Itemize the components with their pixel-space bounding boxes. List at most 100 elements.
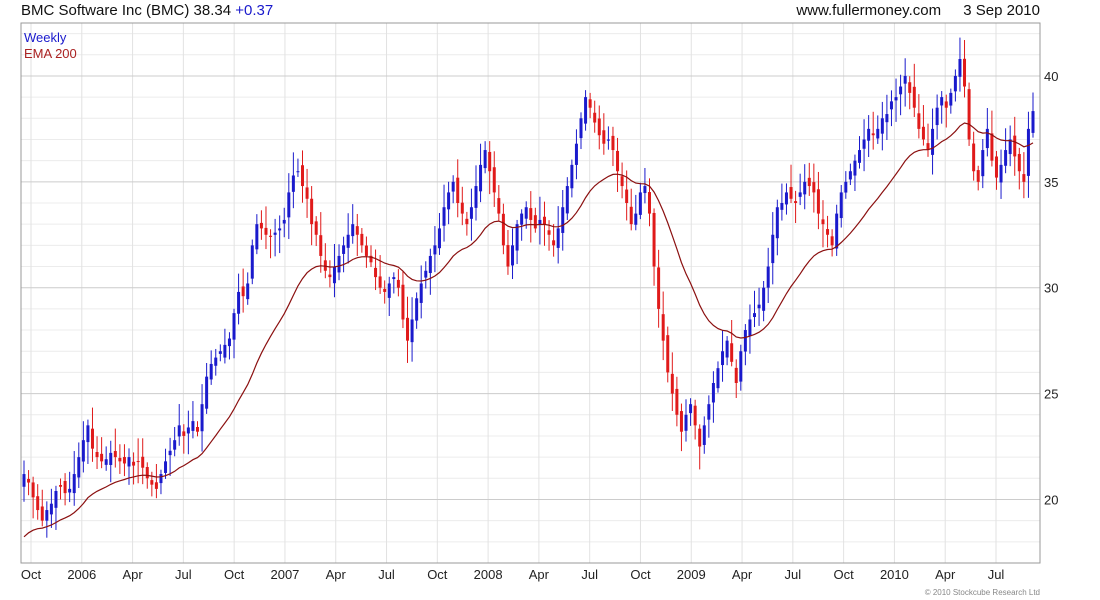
candle-body (255, 224, 259, 250)
candle-body (766, 266, 770, 288)
legend-ema: EMA 200 (24, 46, 77, 61)
candle-body (985, 128, 989, 149)
candle-body (547, 230, 551, 235)
candle-body (22, 474, 26, 487)
candle-body (81, 440, 85, 462)
candle-body (305, 187, 309, 199)
candle-body (36, 496, 40, 511)
candle-body (465, 218, 469, 225)
x-tick-label: Oct (21, 567, 42, 582)
x-tick-label: Apr (529, 567, 550, 582)
candle-body (488, 151, 492, 172)
candle-body (579, 118, 583, 139)
candle-body (533, 215, 537, 229)
candle-body (752, 313, 756, 318)
candle-body (529, 208, 533, 220)
candle-body (1008, 139, 1012, 155)
candle-body (173, 440, 177, 450)
candle-body (1026, 128, 1030, 176)
candle-body (880, 118, 884, 134)
candle-body (931, 128, 935, 155)
x-tick-label: 2010 (880, 567, 909, 582)
candle-body (826, 229, 830, 235)
candle-body (716, 368, 720, 389)
candle-body (867, 128, 871, 141)
candle-body (437, 228, 441, 249)
candle-body (949, 92, 953, 106)
candle-body (447, 192, 451, 210)
candle-body (497, 198, 501, 214)
x-tick-label: 2007 (270, 567, 299, 582)
candle-body (68, 488, 72, 493)
candle-body (625, 189, 629, 203)
candle-body (164, 461, 168, 473)
candle-body (944, 101, 948, 108)
candle-body (515, 224, 519, 251)
price-chart: Oct 2006 Apr Jul Oct 2007 Apr Jul Oct 2008 Apr Jul O… (20, 22, 1058, 582)
candle-body (273, 232, 277, 235)
candle-body (191, 421, 195, 431)
candle-body (200, 404, 204, 432)
candle-body (921, 126, 925, 140)
candle-body (501, 213, 505, 246)
x-tick-label: Jul (581, 567, 598, 582)
candle-body (721, 351, 725, 366)
candle-body (209, 363, 213, 380)
candle-body (917, 113, 921, 129)
candle-body (118, 457, 122, 462)
x-tick-label: 2009 (677, 567, 706, 582)
candle-body (858, 150, 862, 163)
candle-body (346, 234, 350, 248)
candle-body (816, 189, 820, 214)
candle-body (195, 426, 199, 432)
candle-body (109, 452, 113, 465)
candle-body (27, 478, 31, 483)
candle-body (40, 506, 44, 521)
candle-body (351, 224, 355, 237)
candle-body (296, 171, 300, 173)
candle-body (839, 192, 843, 219)
candle-body (145, 467, 149, 479)
candle-body (282, 219, 286, 224)
candle-body (232, 313, 236, 340)
candle-body (1013, 135, 1017, 157)
x-tick-label: Apr (326, 567, 347, 582)
candle-body (789, 187, 793, 199)
candle-body (342, 245, 346, 254)
candle-body (492, 167, 496, 193)
candle-body (903, 75, 907, 84)
candle-body (748, 319, 752, 337)
candle-body (360, 233, 364, 246)
candle-body (310, 198, 314, 225)
candle-body (762, 287, 766, 311)
candle-body (150, 480, 154, 485)
candle-body (469, 207, 473, 219)
candle-body (679, 411, 683, 432)
candle-body (90, 428, 94, 449)
candle-body (506, 245, 510, 267)
candle-body (908, 82, 912, 93)
candle-body (757, 304, 761, 309)
candle-body (935, 107, 939, 126)
candle-body (940, 97, 944, 106)
candle-body (967, 89, 971, 140)
candle-body (355, 226, 359, 235)
candle-body (588, 99, 592, 108)
candle-body (419, 283, 423, 303)
candle-body (666, 335, 670, 373)
candle-body (246, 283, 250, 300)
candle-body (378, 276, 382, 288)
x-tick-label: Oct (834, 567, 855, 582)
candle-body (702, 425, 706, 445)
candle-body (889, 101, 893, 110)
candle-body (218, 351, 222, 354)
candle-body (771, 234, 775, 264)
candle-body (328, 274, 332, 278)
candle-body (629, 206, 633, 225)
candle-body (396, 279, 400, 288)
candle-body (976, 170, 980, 182)
x-tick-label: 2008 (474, 567, 503, 582)
y-tick-label: 20 (1044, 492, 1058, 507)
candle-body (584, 97, 588, 124)
candle-body (734, 367, 738, 383)
